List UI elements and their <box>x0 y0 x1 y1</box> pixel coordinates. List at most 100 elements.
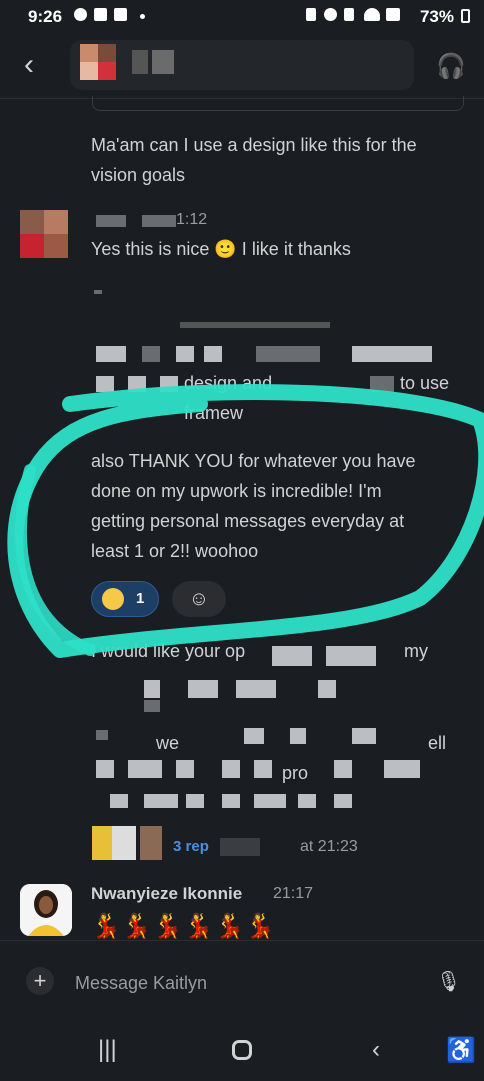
redaction-block <box>352 728 376 744</box>
alarm-icon <box>324 8 337 21</box>
highlighted-message: also THANK YOU for whatever you have don… <box>91 446 471 566</box>
sender-name[interactable]: Nwanyieze Ikonnie <box>91 884 242 904</box>
redaction-block <box>220 838 260 856</box>
back-nav-icon[interactable]: ‹ <box>372 1036 380 1064</box>
redaction-block <box>254 794 286 808</box>
redaction-block <box>94 290 102 294</box>
avatar[interactable] <box>20 234 44 258</box>
reply-avatar[interactable] <box>140 826 162 860</box>
channel-header: ‹ 🎧 <box>0 34 484 99</box>
message-line: vision goals <box>91 165 186 185</box>
avatar-pixelated <box>98 44 116 62</box>
redaction-block <box>96 760 114 778</box>
redaction-block <box>222 760 240 778</box>
redaction-block <box>142 346 160 362</box>
battery-percent: 73% <box>419 7 454 26</box>
message-line: done on my upwork is incredible! I'm <box>91 481 382 501</box>
mail-icon <box>114 8 127 21</box>
reply-avatar[interactable] <box>112 826 136 860</box>
message-fragment: ell <box>428 733 447 753</box>
reaction-count: 1 <box>136 590 145 607</box>
accessibility-icon[interactable]: ♿ <box>446 1036 476 1065</box>
redaction-block <box>298 794 316 808</box>
message-line: least 1 or 2!! woohoo <box>91 541 259 561</box>
plus-icon[interactable]: + <box>26 967 54 995</box>
message-time: 21:17 <box>273 885 314 902</box>
attachment-box <box>92 96 464 111</box>
redaction-block <box>96 730 108 740</box>
redaction-block <box>326 646 376 666</box>
dancer-emojis: 💃💃💃💃💃💃 <box>91 913 277 940</box>
message-time: 1:12 <box>176 211 208 228</box>
title-redaction <box>132 50 148 74</box>
status-bar: 9:26 73% <box>0 0 484 34</box>
message-fragment: to use <box>400 373 450 393</box>
name-redaction <box>96 215 126 227</box>
thread-replies-link[interactable]: 3 rep <box>173 838 209 855</box>
redaction-block <box>186 794 204 808</box>
redaction-block <box>160 376 178 392</box>
battery-icon <box>461 9 470 23</box>
redaction-block <box>110 794 128 808</box>
redaction-block <box>352 346 432 362</box>
avatar-pixelated <box>80 44 98 62</box>
message-text: Yes this is nice 🙂 I like it thanks <box>91 239 351 259</box>
redaction-block <box>254 760 272 778</box>
notification-dot-icon <box>140 14 145 19</box>
redaction-block <box>144 680 160 698</box>
avatar[interactable] <box>20 210 44 234</box>
message-text: Ma'am can I use a design like this for t… <box>91 130 471 190</box>
avatar-pixelated <box>98 62 116 80</box>
redaction-block <box>272 646 312 666</box>
message-fragment: design and framew <box>184 373 273 423</box>
redaction-block <box>318 680 336 698</box>
redaction-block <box>176 346 194 362</box>
redaction-block <box>128 376 146 392</box>
name-redaction <box>142 215 176 227</box>
redaction-block <box>384 760 420 778</box>
avatar[interactable] <box>44 210 68 234</box>
message-fragment: we <box>156 733 180 753</box>
signal-icon <box>386 8 400 21</box>
redaction-block <box>204 346 222 362</box>
avatar-pixelated <box>80 62 98 80</box>
redaction-block <box>244 728 264 744</box>
redaction-block <box>96 376 114 392</box>
message-fragment: I would like your op <box>91 641 246 661</box>
mute-icon <box>344 8 354 21</box>
gallery-icon <box>94 8 107 21</box>
redaction-block <box>144 794 178 808</box>
headphones-icon[interactable]: 🎧 <box>436 52 466 81</box>
chevron-left-icon[interactable]: ‹ <box>24 48 34 82</box>
avatar[interactable] <box>44 234 68 258</box>
heart-eyes-emoji-icon <box>102 588 124 610</box>
redaction-block <box>96 346 126 362</box>
redaction-block <box>236 680 276 698</box>
thread-last-reply-time: at 21:23 <box>300 838 358 855</box>
message-fragment: pro <box>282 763 309 783</box>
microphone-icon[interactable]: 🎙 <box>436 969 461 994</box>
message-input[interactable]: Message Kaitlyn <box>75 973 207 994</box>
add-reaction-button[interactable]: ☺ <box>172 581 226 617</box>
message-fragment: my <box>404 641 428 661</box>
status-time: 9:26 <box>28 7 63 26</box>
home-icon[interactable] <box>232 1040 252 1060</box>
title-redaction <box>152 50 174 74</box>
message-line: Ma'am can I use a design like this for t… <box>91 135 417 155</box>
redaction-block <box>144 700 160 712</box>
reaction-pill[interactable]: 1 <box>91 581 159 617</box>
channel-title-button[interactable] <box>70 40 414 90</box>
redaction-block <box>334 794 352 808</box>
redaction-block <box>188 680 218 698</box>
avatar[interactable] <box>20 884 72 936</box>
redaction-block <box>128 760 162 778</box>
redaction-block <box>370 376 394 392</box>
reply-avatar[interactable] <box>92 826 112 860</box>
whatsapp-icon <box>74 8 87 21</box>
message-line: also THANK YOU for whatever you have <box>91 451 416 471</box>
redaction-block <box>256 346 320 362</box>
redaction-block <box>334 760 352 778</box>
wifi-icon <box>364 8 380 21</box>
recent-apps-icon[interactable]: ||| <box>98 1036 117 1064</box>
redaction-block <box>180 322 330 328</box>
